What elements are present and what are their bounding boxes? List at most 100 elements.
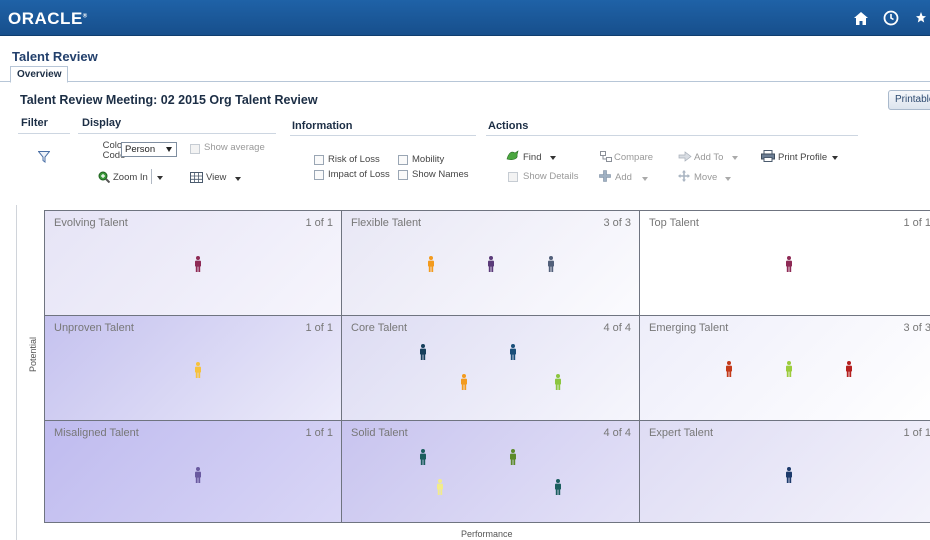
oracle-logo[interactable]: ORACLE® [8,9,88,29]
person-icon[interactable] [194,362,202,378]
actions-heading: Actions [488,120,529,132]
add-to-dropdown-icon[interactable] [732,156,738,160]
person-icon[interactable] [194,467,202,483]
talent-box-title: Flexible Talent [351,217,422,229]
person-icon[interactable] [460,374,468,390]
grid-left-border [16,205,17,540]
talent-box[interactable]: Flexible Talent 3 of 3 [341,210,640,316]
talent-box-title: Expert Talent [649,427,714,439]
talent-box[interactable]: Misaligned Talent 1 of 1 [44,420,342,523]
talent-box-count: 3 of 3 [603,217,631,229]
printable-button[interactable]: Printable [888,90,930,110]
person-icon[interactable] [419,449,427,465]
move-dropdown-icon[interactable] [725,177,731,181]
show-names-checkbox[interactable] [398,170,408,180]
tab-overview[interactable]: Overview [10,66,69,83]
talent-box-title: Top Talent [649,217,699,229]
move-icon[interactable] [678,170,690,182]
display-divider [78,133,276,134]
impact-of-loss-label: Impact of Loss [328,169,390,180]
zoom-dropdown-icon[interactable] [157,176,163,180]
add-dropdown-icon[interactable] [642,177,648,181]
talent-box[interactable]: Expert Talent 1 of 1 [639,420,930,523]
information-divider [290,135,476,136]
find-dropdown-icon[interactable] [550,156,556,160]
filter-divider [18,133,70,134]
show-names-label: Show Names [412,169,469,180]
person-icon[interactable] [194,256,202,272]
talent-box-count: 1 of 1 [903,217,930,229]
tab-strip: Overview [0,66,930,83]
person-icon[interactable] [547,256,555,272]
page-title: Talent Review [12,49,98,64]
chevron-down-icon [166,147,172,152]
zoom-in-button[interactable]: Zoom In [113,172,148,183]
person-icon[interactable] [785,256,793,272]
mobility-checkbox[interactable] [398,155,408,165]
talent-box-count: 1 of 1 [903,427,930,439]
meeting-title: Talent Review Meeting: 02 2015 Org Talen… [20,93,318,107]
person-icon[interactable] [554,479,562,495]
printer-icon[interactable] [761,150,775,162]
show-details-checkbox[interactable] [508,172,518,182]
move-button[interactable]: Move [694,172,717,183]
person-icon[interactable] [845,361,853,377]
talent-box-count: 3 of 3 [903,322,930,334]
home-icon[interactable] [852,9,870,27]
talent-box[interactable]: Evolving Talent 1 of 1 [44,210,342,316]
find-button[interactable]: Find [523,152,541,163]
view-menu[interactable]: View [206,172,226,183]
grid-view-icon[interactable] [190,172,203,183]
compare-icon[interactable] [600,151,612,162]
person-icon[interactable] [554,374,562,390]
talent-box-count: 4 of 4 [603,322,631,334]
funnel-icon[interactable] [37,151,51,163]
show-average-label: Show average [204,142,265,153]
add-to-button[interactable]: Add To [694,152,723,163]
risk-of-loss-label: Risk of Loss [328,154,380,165]
talent-box[interactable]: Solid Talent 4 of 4 [341,420,640,523]
display-heading: Display [82,117,122,129]
talent-box-count: 1 of 1 [305,322,333,334]
person-icon[interactable] [509,449,517,465]
person-icon[interactable] [427,256,435,272]
compare-button[interactable]: Compare [614,152,653,163]
person-icon[interactable] [785,361,793,377]
person-icon[interactable] [487,256,495,272]
person-icon[interactable] [725,361,733,377]
impact-of-loss-checkbox[interactable] [314,170,324,180]
star-icon[interactable] [912,9,930,27]
mobility-label: Mobility [412,154,445,165]
talent-box-title: Evolving Talent [54,217,128,229]
show-details-label: Show Details [523,171,579,182]
show-average-checkbox[interactable] [190,144,200,154]
potential-axis-label: Potential [28,336,38,372]
zoom-divider [151,169,152,184]
view-dropdown-icon[interactable] [235,177,241,181]
talent-box-title: Misaligned Talent [54,427,139,439]
information-heading: Information [292,120,353,132]
talent-box-count: 4 of 4 [603,427,631,439]
find-icon[interactable] [506,150,520,162]
talent-box[interactable]: Core Talent 4 of 4 [341,315,640,421]
person-icon[interactable] [419,344,427,360]
filter-heading: Filter [21,117,48,129]
add-icon[interactable] [599,170,611,182]
print-profile-button[interactable]: Print Profile [778,152,827,163]
print-profile-dropdown-icon[interactable] [832,156,838,160]
person-icon[interactable] [436,479,444,495]
performance-axis-label: Performance [461,529,513,539]
color-code-select[interactable]: Person [121,142,177,157]
talent-box[interactable]: Top Talent 1 of 1 [639,210,930,316]
risk-of-loss-checkbox[interactable] [314,155,324,165]
person-icon[interactable] [785,467,793,483]
add-to-icon[interactable] [678,151,692,162]
clock-icon[interactable] [882,9,900,27]
talent-box[interactable]: Emerging Talent 3 of 3 [639,315,930,421]
talent-box-title: Unproven Talent [54,322,134,334]
talent-box-title: Emerging Talent [649,322,729,334]
zoom-in-icon[interactable] [98,171,111,184]
talent-box[interactable]: Unproven Talent 1 of 1 [44,315,342,421]
person-icon[interactable] [509,344,517,360]
add-button[interactable]: Add [615,172,632,183]
